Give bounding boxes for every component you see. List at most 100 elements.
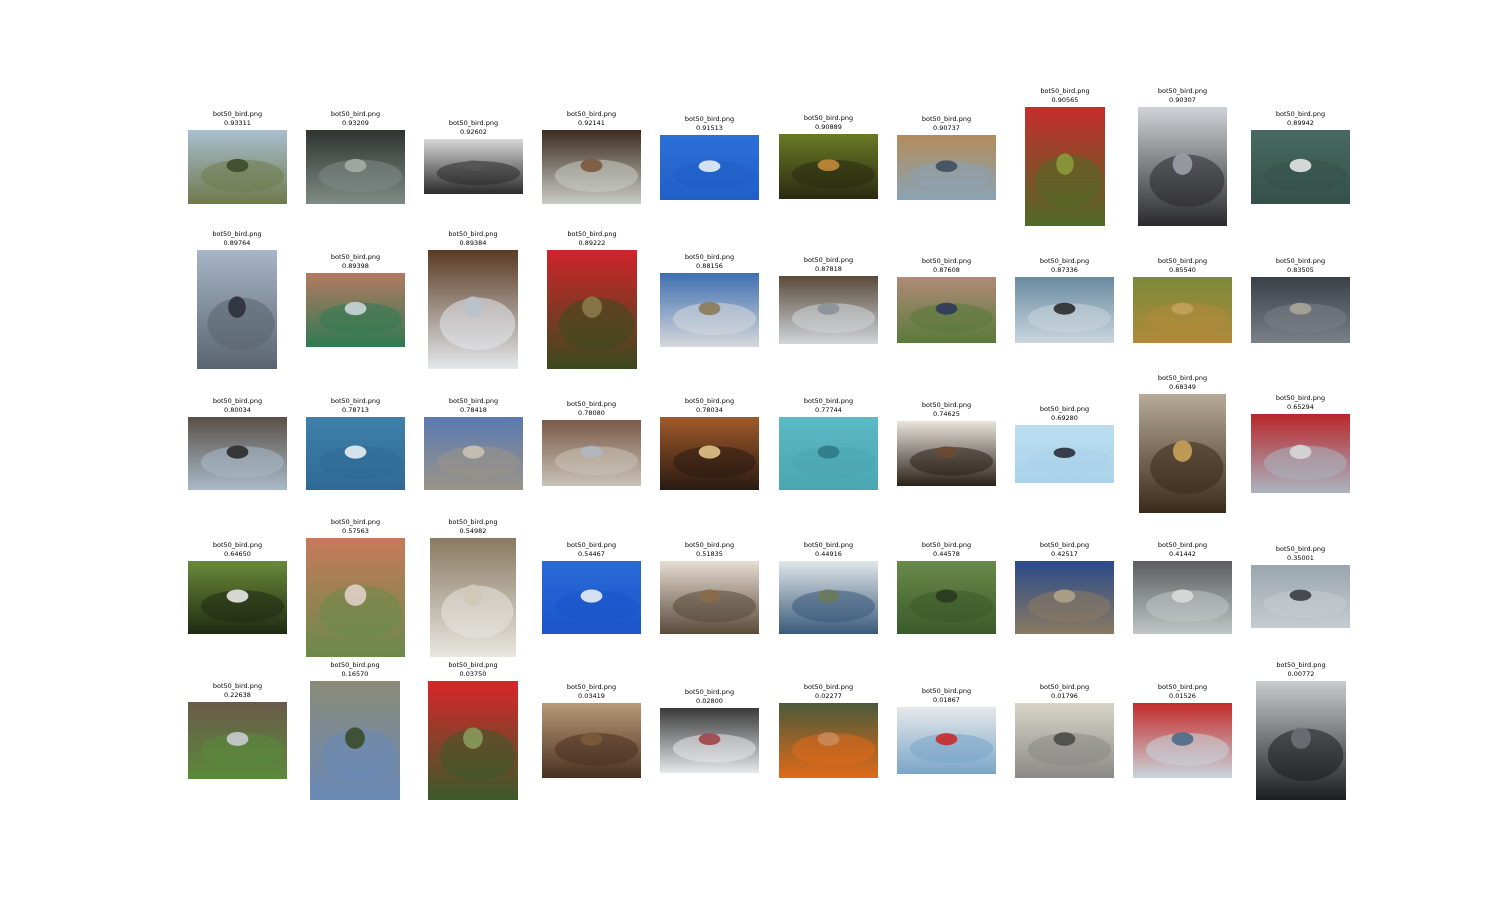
image-score: 0.44578 — [933, 550, 960, 558]
image-score: 0.44916 — [815, 550, 842, 558]
image-tile: bot50_bird.png 0.92602 — [415, 120, 533, 194]
image-tile: bot50_bird.png 0.88156 — [651, 254, 769, 347]
image-score: 0.54467 — [578, 550, 605, 558]
image-score: 0.22638 — [224, 691, 251, 699]
image-score: 0.54982 — [459, 527, 487, 535]
bird-photo-thumbnail — [1251, 565, 1350, 628]
bird-photo-thumbnail — [306, 417, 405, 490]
image-tile: bot50_bird.png 0.89942 — [1242, 111, 1360, 204]
image-tile: bot50_bird.png 0.54982 — [414, 519, 532, 657]
image-score: 0.90737 — [933, 124, 960, 132]
image-tile: bot50_bird.png 0.78713 — [297, 398, 415, 490]
image-score: 0.90307 — [1169, 96, 1196, 104]
bird-photo-thumbnail — [660, 708, 759, 773]
bird-photo-thumbnail — [779, 276, 878, 344]
bird-photo-thumbnail — [1251, 277, 1350, 343]
image-score: 0.88156 — [696, 262, 723, 270]
bird-photo-thumbnail — [779, 134, 878, 199]
image-filename: bot50_bird.png — [212, 541, 263, 549]
image-score: 0.93311 — [224, 119, 251, 127]
bird-photo-thumbnail — [428, 250, 518, 369]
image-score: 0.41442 — [1169, 550, 1196, 558]
bird-photo-thumbnail — [779, 417, 878, 490]
bird-photo-thumbnail — [660, 561, 759, 634]
bird-photo-thumbnail — [660, 273, 759, 347]
bird-photo-thumbnail — [1133, 703, 1232, 778]
image-filename: bot50_bird.png — [212, 110, 263, 118]
image-filename: bot50_bird.png — [1157, 683, 1208, 691]
image-score: 0.35001 — [1287, 554, 1314, 562]
image-tile: bot50_bird.png 0.90889 — [770, 115, 888, 199]
image-tile: bot50_bird.png 0.65294 — [1242, 395, 1360, 493]
image-score: 0.65294 — [1287, 403, 1314, 411]
image-score: 0.78418 — [460, 406, 487, 414]
image-score: 0.90565 — [1051, 96, 1079, 104]
image-score: 0.78080 — [578, 409, 605, 417]
image-filename: bot50_bird.png — [803, 397, 854, 405]
image-filename: bot50_bird.png — [566, 683, 617, 691]
bird-photo-thumbnail — [1139, 394, 1226, 513]
image-tile: bot50_bird.png 0.89222 — [533, 231, 651, 369]
image-filename: bot50_bird.png — [803, 541, 854, 549]
image-tile: bot50_bird.png 0.90565 — [1006, 88, 1124, 226]
image-score: 0.03750 — [459, 670, 487, 678]
image-tile: bot50_bird.png 0.01796 — [1006, 684, 1124, 778]
image-tile: bot50_bird.png 0.02277 — [770, 684, 888, 778]
bird-photo-thumbnail — [306, 130, 405, 204]
bird-photo-thumbnail — [1133, 561, 1232, 634]
image-tile: bot50_bird.png 0.89384 — [414, 231, 532, 369]
bird-photo-thumbnail — [542, 561, 641, 634]
image-score: 0.01526 — [1169, 692, 1196, 700]
image-score: 0.89398 — [342, 262, 369, 270]
image-grid: bot50_bird.png 0.93311 bot50_bird.png 0.932… — [0, 0, 1500, 900]
image-score: 0.02277 — [815, 692, 842, 700]
image-score: 0.01796 — [1051, 692, 1078, 700]
image-score: 0.78713 — [342, 406, 369, 414]
image-tile: bot50_bird.png 0.87818 — [770, 257, 888, 344]
image-tile: bot50_bird.png 0.03750 — [414, 662, 532, 800]
image-tile: bot50_bird.png 0.69280 — [1006, 406, 1124, 483]
image-filename: bot50_bird.png — [684, 541, 735, 549]
image-tile: bot50_bird.png 0.02800 — [651, 689, 769, 773]
image-tile: bot50_bird.png 0.74625 — [888, 402, 1006, 486]
image-score: 0.69280 — [1051, 414, 1078, 422]
image-tile: bot50_bird.png 0.87608 — [888, 258, 1006, 343]
image-filename: bot50_bird.png — [567, 230, 617, 238]
image-filename: bot50_bird.png — [448, 119, 499, 127]
image-tile: bot50_bird.png 0.90737 — [888, 116, 1006, 200]
image-tile: bot50_bird.png 0.01867 — [888, 688, 1006, 774]
bird-photo-thumbnail — [779, 561, 878, 634]
bird-photo-thumbnail — [779, 703, 878, 778]
image-filename: bot50_bird.png — [1039, 405, 1090, 413]
bird-photo-thumbnail — [897, 561, 996, 634]
image-score: 0.89222 — [578, 239, 606, 247]
image-filename: bot50_bird.png — [921, 401, 972, 409]
image-filename: bot50_bird.png — [1157, 541, 1208, 549]
image-score: 0.92141 — [578, 119, 605, 127]
bird-photo-thumbnail — [1251, 414, 1350, 493]
bird-photo-thumbnail — [188, 130, 287, 204]
bird-photo-thumbnail — [424, 139, 523, 194]
image-filename: bot50_bird.png — [1039, 257, 1090, 265]
image-score: 0.77744 — [815, 406, 842, 414]
image-filename: bot50_bird.png — [684, 397, 735, 405]
image-filename: bot50_bird.png — [921, 257, 972, 265]
image-filename: bot50_bird.png — [1157, 257, 1208, 265]
bird-photo-thumbnail — [542, 130, 641, 204]
image-tile: bot50_bird.png 0.87336 — [1006, 258, 1124, 343]
image-score: 0.42517 — [1051, 550, 1078, 558]
image-tile: bot50_bird.png 0.93311 — [179, 111, 297, 204]
image-filename: bot50_bird.png — [803, 114, 854, 122]
image-filename: bot50_bird.png — [803, 256, 854, 264]
image-score: 0.03419 — [578, 692, 605, 700]
image-score: 0.64650 — [224, 550, 251, 558]
bird-photo-thumbnail — [1133, 277, 1232, 343]
image-filename: bot50_bird.png — [1039, 541, 1090, 549]
bird-photo-thumbnail — [310, 681, 400, 800]
image-filename: bot50_bird.png — [330, 397, 381, 405]
image-tile: bot50_bird.png 0.89398 — [297, 254, 415, 347]
image-score: 0.91513 — [696, 124, 723, 132]
image-filename: bot50_bird.png — [1275, 394, 1326, 402]
bird-photo-thumbnail — [897, 707, 996, 774]
bird-photo-thumbnail — [428, 681, 518, 800]
